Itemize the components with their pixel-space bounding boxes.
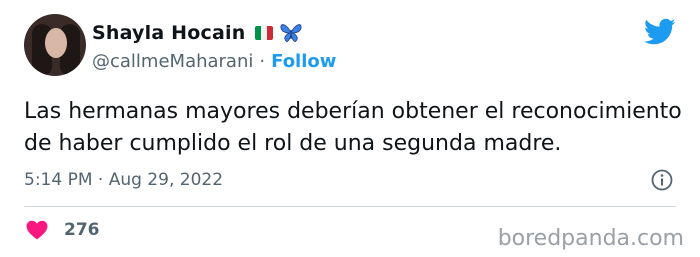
twitter-bird-icon[interactable] [644,18,676,46]
follow-button[interactable]: Follow [271,51,336,72]
watermark: boredpanda.com [497,226,684,251]
italy-flag-icon [255,26,274,40]
divider [24,206,676,207]
separator-dot: · [259,51,266,72]
like-count: 276 [64,220,100,240]
tweet-text: Las hermanas mayores deberían obtener el… [24,99,682,156]
like-row: 276 [26,220,100,240]
tweet-card: Shayla Hocain @callmeMaharani · Follow L… [0,0,700,257]
avatar-face [45,28,67,58]
author-handle-row: @callmeMaharani · Follow [92,51,336,72]
author-name-row: Shayla Hocain [92,22,303,44]
author-handle[interactable]: @callmeMaharani [92,51,253,72]
blue-butterfly-icon [281,24,302,42]
tweet-timestamp[interactable]: 5:14 PM · Aug 29, 2022 [24,170,223,190]
author-display-name[interactable]: Shayla Hocain [92,22,245,44]
avatar[interactable] [24,14,86,76]
heart-icon[interactable] [26,220,48,240]
info-icon[interactable] [651,169,673,191]
